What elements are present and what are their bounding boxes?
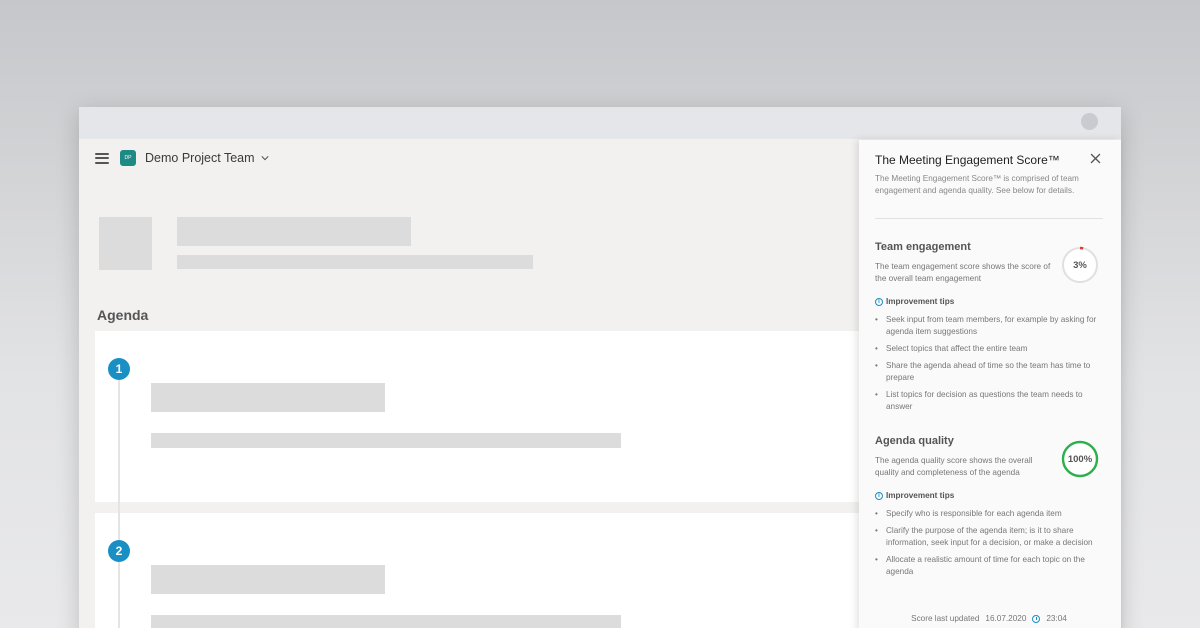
- agenda-item-title-placeholder: [151, 565, 385, 594]
- tip-item: Select topics that affect the entire tea…: [875, 343, 1097, 355]
- team-engagement-description: The team engagement score shows the scor…: [875, 262, 1051, 283]
- meeting-subtitle-placeholder: [177, 255, 533, 269]
- team-engagement-score: 3%: [1073, 259, 1087, 271]
- footer-date: 16.07.2020: [985, 614, 1027, 623]
- clock-icon: [1032, 614, 1041, 623]
- chevron-down-icon[interactable]: [260, 154, 269, 162]
- agenda-item-card[interactable]: [95, 331, 895, 502]
- agenda-quality-score: 100%: [1067, 453, 1093, 465]
- team-avatar: DP: [120, 150, 136, 166]
- agenda-item-title-placeholder: [151, 383, 385, 412]
- tip-item: Allocate a realistic amount of time for …: [875, 554, 1097, 578]
- engagement-score-panel: The Meeting Engagement Score™ The Meetin…: [859, 140, 1121, 628]
- agenda-item-text-placeholder: [151, 433, 621, 448]
- team-engagement-tips-heading: i Improvement tips: [875, 297, 954, 306]
- agenda-quality-title: Agenda quality: [875, 435, 954, 447]
- team-engagement-title: Team engagement: [875, 241, 971, 253]
- app-window: DP Demo Project Team Agenda 1 2 The Meet…: [79, 107, 1121, 628]
- divider: [875, 218, 1103, 219]
- meeting-title-placeholder: [177, 217, 411, 246]
- close-icon[interactable]: [1090, 153, 1101, 164]
- team-engagement-tips-list: Seek input from team members, for exampl…: [875, 314, 1097, 418]
- agenda-item-text-placeholder: [151, 615, 621, 628]
- agenda-heading: Agenda: [97, 307, 149, 323]
- info-icon: i: [875, 491, 883, 500]
- agenda-item-number: 2: [108, 540, 130, 562]
- menu-icon[interactable]: [95, 152, 109, 164]
- top-bar: DP Demo Project Team: [95, 148, 269, 168]
- info-icon: i: [875, 297, 883, 306]
- tip-item: Seek input from team members, for exampl…: [875, 314, 1097, 338]
- tip-item: Specify who is responsible for each agen…: [875, 508, 1097, 520]
- panel-title: The Meeting Engagement Score™: [875, 153, 1060, 167]
- tip-item: List topics for decision as questions th…: [875, 389, 1097, 413]
- agenda-quality-tips-list: Specify who is responsible for each agen…: [875, 508, 1097, 583]
- score-last-updated: Score last updated 16.07.2020 23:04: [875, 614, 1103, 623]
- tips-heading-label: Improvement tips: [886, 297, 955, 306]
- window-titlebar: [79, 107, 1121, 139]
- tip-item: Clarify the purpose of the agenda item; …: [875, 525, 1097, 549]
- panel-description: The Meeting Engagement Score™ is compris…: [875, 174, 1079, 195]
- meeting-thumbnail-placeholder: [99, 217, 152, 270]
- window-control-button[interactable]: [1081, 113, 1098, 130]
- agenda-quality-tips-heading: i Improvement tips: [875, 491, 954, 500]
- footer-time: 23:04: [1046, 614, 1067, 623]
- tip-item: Share the agenda ahead of time so the te…: [875, 360, 1097, 384]
- team-selector[interactable]: Demo Project Team: [145, 151, 255, 165]
- agenda-quality-description: The agenda quality score shows the overa…: [875, 456, 1033, 477]
- tips-heading-label: Improvement tips: [886, 491, 955, 500]
- agenda-item-number: 1: [108, 358, 130, 380]
- agenda-timeline: [118, 375, 120, 628]
- footer-label: Score last updated: [911, 614, 980, 623]
